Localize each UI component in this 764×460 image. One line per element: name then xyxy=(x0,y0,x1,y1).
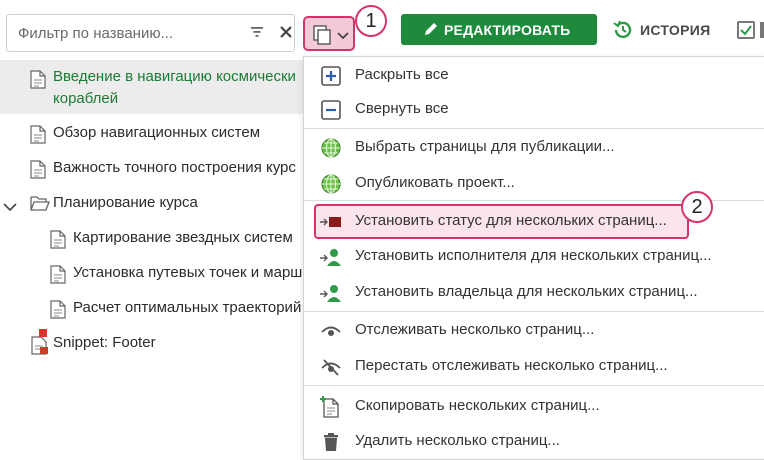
folder-open-icon xyxy=(30,195,50,216)
globe-icon xyxy=(320,173,342,195)
tree-item-label: Важность точного построения курс xyxy=(53,159,296,176)
page-icon xyxy=(50,300,66,323)
menu-separator xyxy=(304,128,764,129)
assign-user-icon xyxy=(320,282,342,304)
menu-item-label: Установить статус для нескольких страниц… xyxy=(355,212,667,229)
tree-item-label: Планирование курса xyxy=(53,194,198,211)
page-icon xyxy=(30,125,46,148)
filter-options-icon[interactable] xyxy=(250,25,264,44)
menu-item-label: Раскрыть все xyxy=(355,66,449,83)
menu-item-unwatch-pages[interactable]: Перестать отслеживать несколько страниц.… xyxy=(304,349,764,383)
page-icon xyxy=(30,160,46,183)
callout-2: 2 xyxy=(681,191,713,223)
page-icon xyxy=(50,265,66,288)
menu-item-set-assignee[interactable]: Установить исполнителя для нескольких ст… xyxy=(304,239,764,273)
tree-item-label: Картирование звездных систем xyxy=(73,229,293,246)
tree-item-label-cont: кораблей xyxy=(53,90,119,107)
menu-item-expand-all[interactable]: Раскрыть все xyxy=(304,58,764,92)
eye-off-icon xyxy=(320,356,342,378)
menu-separator xyxy=(304,311,764,312)
history-icon xyxy=(612,19,634,44)
multi-actions-menu: Раскрыть все Свернуть все Выбрать страни… xyxy=(303,56,764,460)
page-icon xyxy=(50,230,66,253)
menu-item-label: Перестать отслеживать несколько страниц.… xyxy=(355,357,668,374)
filter-input[interactable]: Фильтр по названию... xyxy=(6,14,295,52)
menu-item-label: Установить исполнителя для нескольких ст… xyxy=(355,247,712,264)
assign-user-icon xyxy=(320,246,342,268)
menu-separator xyxy=(304,385,764,386)
menu-item-label: Удалить несколько страниц... xyxy=(355,432,560,449)
menu-item-label: Выбрать страницы для публикации... xyxy=(355,138,615,155)
menu-item-copy-pages[interactable]: Скопировать нескольких страниц... xyxy=(304,389,764,423)
pencil-icon xyxy=(423,21,439,40)
snippet-icon xyxy=(30,329,50,359)
eye-icon xyxy=(320,320,342,342)
expand-all-icon xyxy=(320,65,342,87)
edit-button-label: РЕДАКТИРОВАТЬ xyxy=(444,22,571,38)
callout-1: 1 xyxy=(355,5,387,37)
menu-item-watch-pages[interactable]: Отслеживать несколько страниц... xyxy=(304,313,764,347)
menu-item-label: Отслеживать несколько страниц... xyxy=(355,321,595,338)
copy-page-icon xyxy=(320,396,342,418)
collapse-all-icon xyxy=(320,99,342,121)
history-label: ИСТОРИЯ xyxy=(640,22,711,38)
menu-item-label: Опубликовать проект... xyxy=(355,174,515,191)
menu-item-label: Скопировать нескольких страниц... xyxy=(355,397,600,414)
menu-item-collapse-all[interactable]: Свернуть все xyxy=(304,92,764,126)
multi-page-actions-button[interactable] xyxy=(303,16,355,51)
menu-item-set-owner[interactable]: Установить владельца для нескольких стра… xyxy=(304,275,764,309)
edit-button[interactable]: РЕДАКТИРОВАТЬ xyxy=(401,14,597,45)
tree-item-label: Установка путевых точек и марш xyxy=(73,264,303,281)
chevron-down-icon xyxy=(337,28,349,46)
globe-icon xyxy=(320,137,342,159)
menu-item-select-for-publish[interactable]: Выбрать страницы для публикации... xyxy=(304,130,764,164)
tree-item-label: Snippet: Footer xyxy=(53,334,156,351)
clear-filter-icon[interactable] xyxy=(278,24,294,45)
pages-stack-icon xyxy=(312,24,334,51)
chevron-down-icon[interactable] xyxy=(3,199,17,216)
menu-item-delete-pages[interactable]: Удалить несколько страниц... xyxy=(304,424,764,458)
tree-item-label: Расчет оптимальных траекторий xyxy=(73,299,302,316)
page-icon xyxy=(30,70,46,93)
toolbar-overflow-edge xyxy=(760,22,764,38)
tree-item-label: Обзор навигационных систем xyxy=(53,124,261,141)
menu-item-label: Установить владельца для нескольких стра… xyxy=(355,283,698,300)
select-checkbox[interactable] xyxy=(737,21,755,39)
menu-item-label: Свернуть все xyxy=(355,100,449,117)
trash-icon xyxy=(320,431,342,453)
status-icon xyxy=(320,211,342,233)
filter-placeholder: Фильтр по названию... xyxy=(18,25,174,42)
tree-item-label: Введение в навигацию космически xyxy=(53,68,296,85)
